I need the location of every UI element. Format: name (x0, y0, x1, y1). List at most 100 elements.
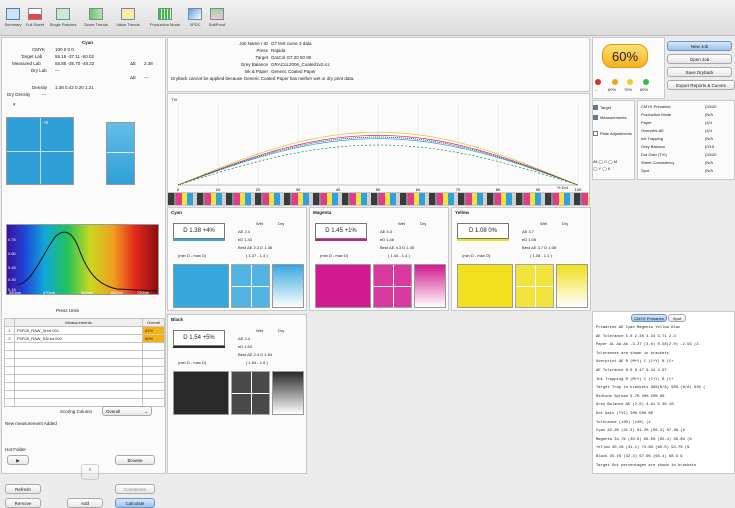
cmyk-values: 100 0 0 0 (55, 47, 74, 52)
summary-list-item[interactable]: Spot (N/A (641, 168, 735, 174)
range-label: (min D - max D) (178, 360, 207, 365)
lightness-bar (106, 122, 135, 185)
summary-list-item[interactable]: Ink Trapping (N/A (641, 136, 735, 142)
status-green-icon (643, 79, 649, 85)
toolbar-xpdc[interactable]: XPDC (186, 4, 204, 34)
measured-lab-value: 55.85 -35.70 -48.22 (55, 61, 95, 66)
open-job-button[interactable]: Open Job (667, 54, 732, 64)
toolbar-full-sheet[interactable]: Full Sheet (24, 4, 46, 34)
col-overall[interactable]: Overall (142, 318, 165, 327)
toolbar-label: XPDC (189, 22, 201, 27)
new-job-button[interactable]: New Job (667, 41, 732, 51)
summary-list-item[interactable]: Overprint ΔE (4/4 (641, 128, 735, 134)
summary-list-item[interactable]: Paper (4/4 (641, 120, 735, 126)
measured-lab-label: Measured Lab (12, 61, 41, 66)
toolbar-label: SoftProof (208, 22, 226, 27)
download-icon[interactable]: ⬇ (81, 464, 99, 480)
target-lab-value: 55.18 -37.11 -50.02 (55, 54, 94, 59)
calculate-button[interactable]: Calculate (115, 498, 155, 508)
press-units-label: Press Units (56, 308, 80, 313)
refresh-button[interactable]: Refresh (5, 484, 41, 494)
scoring-column-value: Overall (106, 409, 121, 414)
summary-list-item[interactable]: CMYK Primaries (20/20 (641, 104, 735, 110)
grey-balance-label: Grey Balance (240, 62, 268, 67)
toolbar-score-trends[interactable]: Score Trends (81, 4, 111, 34)
xpdc-icon (188, 8, 202, 20)
range-label: (min D - max D) (462, 253, 491, 258)
ink-panel-yellow: Yellow D 1.08 0% Wet Dry ΔE 3.7 eD 1.08 … (451, 207, 591, 311)
summary-list-item[interactable]: Sheet Consistency (N/A (641, 160, 735, 166)
report-row: Yellow 40.1% (31.1) 74.9% (66.5) 94.7% (… (596, 446, 690, 451)
radio-y[interactable]: Y (599, 166, 602, 171)
report-row: Magenta 34.7% (30.9) 66.6% (65.4) 89.8% … (596, 437, 692, 442)
toolbar-summary[interactable]: Summary (2, 4, 24, 34)
press-label: Press (256, 48, 268, 53)
summary-item-label: Sheet Consistency (641, 160, 675, 165)
delta-e-value: ΔE 2.4 (238, 336, 251, 341)
plate-adjustments-label: Plate Adjustments (600, 131, 633, 136)
softproof-icon (210, 8, 224, 20)
table-row-empty (4, 342, 165, 351)
score-trends-icon (89, 8, 103, 20)
save-dryback-button[interactable]: Save Dryback (667, 67, 732, 77)
scoring-column-select[interactable]: Overall ⌄ (102, 406, 152, 416)
range-value: ( 1.37 - 1.4 ) (246, 253, 268, 258)
density-readout: D 1.38 +4% (173, 223, 225, 239)
full-sheet-icon (28, 8, 42, 20)
radio-c[interactable]: C (604, 159, 607, 164)
export-button[interactable]: Export Reports & Curves (667, 80, 735, 90)
summary-item-value: (N/A (705, 160, 713, 165)
toolbar-value-trends[interactable]: Value Trends (113, 4, 143, 34)
radio-m[interactable]: M (614, 159, 617, 164)
spectrum-ytick: 0.30 (8, 277, 16, 282)
hot-folder-label: Hot Folder (5, 447, 27, 452)
summary-list-item[interactable]: Production Mode (N/A (641, 112, 735, 118)
toolbar-single-patches[interactable]: Single Patches (47, 4, 79, 34)
tvi-curve-panel: TVI 0 10 20 30 40 50 60 70 80 90 100 % Dot (167, 93, 590, 206)
ink-panel-title: Cyan (171, 210, 183, 215)
cyan-swatch: +b (6, 117, 74, 185)
summary-item-value: (20/20 (705, 104, 717, 109)
status-red-icon (595, 79, 601, 85)
summary-list-item[interactable]: Grey Balance (0/15 (641, 144, 735, 150)
range-value: ( 1.44 - 1.4 ) (388, 253, 410, 258)
ink-paper-value: Generic Coated Paper (271, 69, 316, 74)
tab-cmyk-primaries[interactable]: CMYK Primaries (631, 314, 667, 322)
color-bar-strip (167, 192, 590, 206)
toolbar-softproof[interactable]: SoftProof (205, 4, 229, 34)
de2-label: ΔE (130, 75, 137, 80)
report-row: Primaries ΔE Cyan Magenta Yellow Blac (596, 326, 681, 330)
comments-button[interactable]: Comments (115, 484, 155, 494)
density-readout: D 1.08 0% (457, 223, 509, 239)
delta-e-value: ΔE 4.3 (380, 229, 393, 234)
single-patches-icon (56, 8, 70, 20)
add-button[interactable]: Add (67, 498, 103, 508)
check-icon (593, 131, 598, 137)
table-row[interactable]: 2 P2P25_RAW_S3t.txt 002 60% (4, 334, 165, 343)
production-mode-icon (158, 8, 172, 20)
ink-name: Cyan (82, 40, 94, 45)
toolbar-production-mode[interactable]: Production Mode (145, 4, 185, 34)
job-name-label: Job Name / ID (239, 41, 268, 46)
summary-list-item[interactable]: Dot Gain (TVI) (20/20 (641, 152, 735, 158)
table-row-empty (4, 390, 165, 399)
delta-e-value: ΔE 3.7 (522, 229, 535, 234)
chevron-down-icon: ⌄ (144, 409, 148, 414)
check-icon (593, 115, 598, 121)
summary-item-label: Grey Balance (641, 144, 666, 149)
density-value: 1.38 0.42 0.20 1.21 (55, 85, 94, 90)
remove-button[interactable]: Remove (5, 498, 41, 508)
toolbar-label: Score Trends (84, 22, 108, 27)
ab-plot (231, 264, 270, 308)
wet-label: Wet (398, 221, 406, 226)
col-measurements[interactable]: Measurements (14, 318, 143, 327)
radio-k[interactable]: K (608, 166, 611, 171)
measurements-table: Measurements Overall 1 P2P25_RAW_3t.txt … (4, 318, 165, 407)
target-option-label: Target (600, 105, 612, 110)
collapse-arrow-icon[interactable]: ▼ (12, 102, 16, 107)
tab-spot[interactable]: Spot (668, 314, 686, 322)
table-row[interactable]: 1 P2P25_RAW_3t.txt 001 61% (4, 326, 165, 335)
play-button[interactable]: ▶ (7, 455, 29, 465)
browse-button[interactable]: Browse (115, 455, 155, 465)
radio-all[interactable]: All (593, 159, 597, 164)
